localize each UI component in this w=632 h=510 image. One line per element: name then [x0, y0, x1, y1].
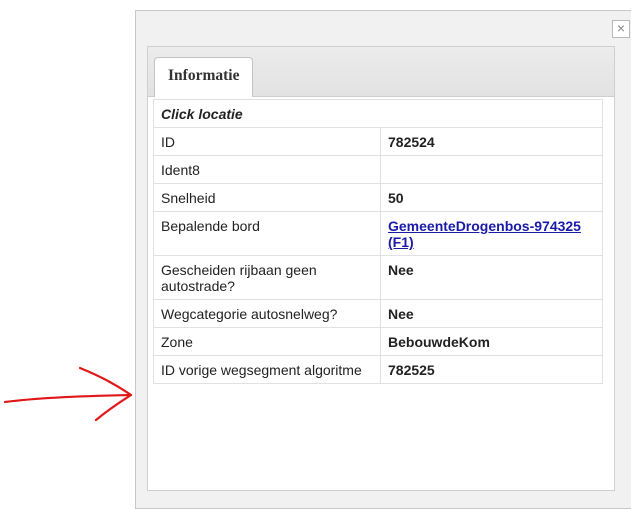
close-icon[interactable]: × — [617, 20, 625, 36]
row-label: Snelheid — [153, 183, 381, 212]
info-popup: × Informatie Click locatie ID 782524 Ide… — [135, 10, 631, 509]
table-row: Gescheiden rijbaan geen autostrade? Nee — [153, 255, 603, 300]
row-value: 50 — [380, 183, 603, 212]
tab-strip: Informatie — [148, 47, 614, 97]
row-value: 782525 — [380, 355, 603, 384]
bepalende-bord-link[interactable]: GemeenteDrogenbos-974325 (F1) — [388, 218, 581, 250]
row-label: Wegcategorie autosnelweg? — [153, 299, 381, 328]
table-row: Bepalende bord GemeenteDrogenbos-974325 … — [153, 211, 603, 256]
table-row: Snelheid 50 — [153, 183, 603, 212]
row-label: Ident8 — [153, 155, 381, 184]
table-row: Zone BebouwdeKom — [153, 327, 603, 356]
info-table: Click locatie ID 782524 Ident8 Snelheid … — [153, 99, 603, 384]
close-button[interactable]: × — [612, 20, 630, 38]
section-header-row: Click locatie — [153, 99, 603, 128]
row-value: 782524 — [380, 127, 603, 156]
row-value — [380, 155, 603, 184]
section-title: Click locatie — [153, 99, 603, 128]
row-label: Bepalende bord — [153, 211, 381, 256]
table-row: ID vorige wegsegment algoritme 782525 — [153, 355, 603, 384]
tab-informatie[interactable]: Informatie — [154, 57, 254, 97]
annotation-arrow-icon — [3, 366, 133, 422]
row-value: GemeenteDrogenbos-974325 (F1) — [380, 211, 603, 256]
row-label: Zone — [153, 327, 381, 356]
row-value: Nee — [380, 299, 603, 328]
row-label: ID vorige wegsegment algoritme — [153, 355, 381, 384]
row-label: Gescheiden rijbaan geen autostrade? — [153, 255, 381, 300]
row-label: ID — [153, 127, 381, 156]
info-panel: Informatie Click locatie ID 782524 Ident… — [147, 46, 615, 491]
table-row: Ident8 — [153, 155, 603, 184]
screenshot-stage: × Informatie Click locatie ID 782524 Ide… — [0, 0, 632, 510]
table-row: Wegcategorie autosnelweg? Nee — [153, 299, 603, 328]
table-row: ID 782524 — [153, 127, 603, 156]
row-value: BebouwdeKom — [380, 327, 603, 356]
row-value: Nee — [380, 255, 603, 300]
